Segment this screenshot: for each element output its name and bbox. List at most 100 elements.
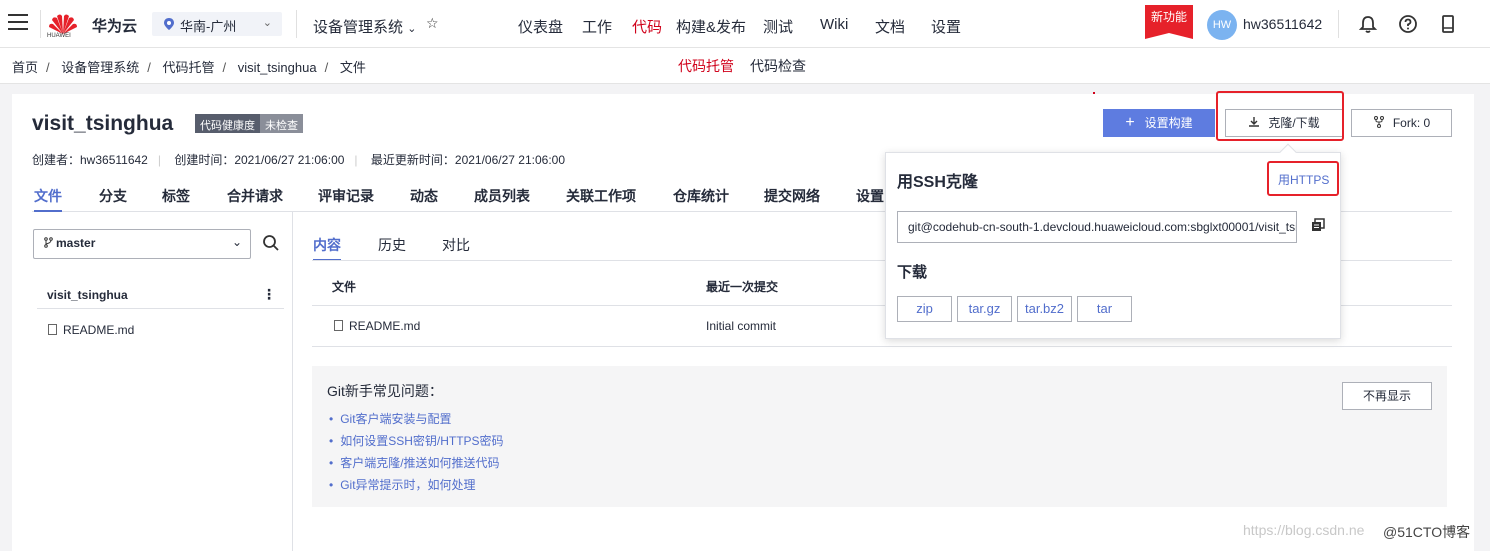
tab-members[interactable]: 成员列表 <box>474 186 530 206</box>
highlight-box <box>1267 161 1339 196</box>
faq-title: Git新手常见问题： <box>327 383 443 399</box>
system-label: 设备管理系统 <box>313 19 404 36</box>
faq-list: Git客户端安装与配置 如何设置SSH密钥/HTTPS密码 客户端克隆/推送如何… <box>329 410 504 498</box>
breadcrumb-project[interactable]: 设备管理系统 <box>61 60 139 75</box>
fork-button[interactable]: Fork: 0 <box>1351 109 1452 137</box>
git-faq-panel: Git新手常见问题： Git客户端安装与配置 如何设置SSH密钥/HTTPS密码… <box>312 366 1447 507</box>
more-icon[interactable]: ⋮ <box>262 286 276 303</box>
nav-item-test[interactable]: 测试 <box>763 16 793 37</box>
branch-label: master <box>56 236 96 250</box>
fork-icon <box>1373 116 1384 128</box>
copy-icon[interactable] <box>1311 218 1325 232</box>
subnav-codecheck[interactable]: 代码检查 <box>750 56 806 76</box>
faq-link[interactable]: 客户端克隆/推送如何推送代码 <box>329 454 504 476</box>
faq-link[interactable]: Git客户端安装与配置 <box>329 410 504 432</box>
tab-work-items[interactable]: 关联工作项 <box>566 186 636 206</box>
health-badge[interactable]: 代码健康度 未检查 <box>195 114 303 133</box>
tab-network[interactable]: 提交网络 <box>764 186 820 206</box>
tree-file[interactable]: README.md <box>48 323 134 337</box>
download-tarbz2-button[interactable]: tar.bz2 <box>1017 296 1072 322</box>
tab-files[interactable]: 文件 <box>34 186 62 212</box>
tab-statistics[interactable]: 仓库统计 <box>673 186 729 206</box>
watermark: https://blog.csdn.ne <box>1243 522 1365 538</box>
created-time: 创建时间：2021/06/27 21:06:00 <box>174 153 345 167</box>
col-file: 文件 <box>332 280 357 294</box>
breadcrumb-bar: 首页 / 设备管理系统 / 代码托管 / visit_tsinghua / 文件 代码托… <box>0 48 1490 84</box>
breadcrumb-home[interactable]: 首页 <box>12 60 38 75</box>
download-title: 下载 <box>897 264 928 281</box>
setup-build-button[interactable]: + 设置构建 <box>1103 109 1215 137</box>
tree-root[interactable]: visit_tsinghua <box>47 288 128 302</box>
divider <box>37 308 284 309</box>
row-file[interactable]: README.md <box>334 319 420 333</box>
tab-settings[interactable]: 设置 <box>856 186 884 206</box>
menu-icon[interactable] <box>8 14 28 32</box>
nav-item-dashboard[interactable]: 仪表盘 <box>518 16 563 37</box>
nav-item-wiki[interactable]: Wiki <box>820 16 848 33</box>
health-status: 未检查 <box>260 114 303 133</box>
bell-icon[interactable] <box>1358 14 1378 34</box>
star-icon[interactable]: ☆ <box>426 15 439 32</box>
file-icon <box>48 324 57 335</box>
breadcrumb-codehub[interactable]: 代码托管 <box>163 60 215 75</box>
tab-history[interactable]: 历史 <box>378 235 406 255</box>
tab-review-records[interactable]: 评审记录 <box>318 186 374 206</box>
nav-item-work[interactable]: 工作 <box>582 16 612 37</box>
fork-label: Fork: 0 <box>1392 116 1431 130</box>
row-commit[interactable]: Initial commit <box>706 319 776 333</box>
dont-show-again-button[interactable]: 不再显示 <box>1342 382 1432 410</box>
tab-activity[interactable]: 动态 <box>410 186 438 206</box>
watermark: @51CTO博客 <box>1383 524 1471 540</box>
tab-compare[interactable]: 对比 <box>442 235 470 255</box>
chevron-down-icon: ⌄ <box>231 235 242 249</box>
tree-file-label: README.md <box>63 323 135 337</box>
branch-icon <box>44 237 53 248</box>
region-selector[interactable]: 华南-广州 ⌄ <box>152 12 282 36</box>
username[interactable]: hw36511642 <box>1243 16 1322 32</box>
highlight-box <box>1216 91 1344 141</box>
location-pin-icon <box>164 18 174 30</box>
download-targz-button[interactable]: tar.gz <box>957 296 1012 322</box>
nav-item-code[interactable]: 代码 <box>632 16 662 37</box>
mobile-icon[interactable] <box>1438 14 1458 34</box>
nav-item-build-release[interactable]: 构建&发布 <box>676 16 746 37</box>
subnav-codehub[interactable]: 代码托管 <box>678 56 734 76</box>
faq-link[interactable]: Git异常提示时，如何处理 <box>329 476 504 498</box>
repo-meta: 创建者：hw36511642 | 创建时间：2021/06/27 21:06:00… <box>32 153 565 167</box>
setup-build-label: 设置构建 <box>1144 116 1193 130</box>
chevron-down-icon: ⌄ <box>262 17 272 29</box>
download-zip-button[interactable]: zip <box>897 296 952 322</box>
download-tar-button[interactable]: tar <box>1077 296 1132 322</box>
file-icon <box>334 320 343 331</box>
tab-content[interactable]: 内容 <box>313 235 341 261</box>
creator: 创建者：hw36511642 <box>32 153 148 167</box>
divider <box>296 10 297 38</box>
breadcrumb-current: 文件 <box>339 60 366 75</box>
tab-merge-requests[interactable]: 合并请求 <box>227 186 283 206</box>
chevron-down-icon: ⌄ <box>407 23 417 35</box>
search-icon[interactable] <box>262 234 280 252</box>
health-label: 代码健康度 <box>195 114 260 133</box>
nav-item-settings[interactable]: 设置 <box>931 16 961 37</box>
tab-branches[interactable]: 分支 <box>99 186 127 206</box>
avatar[interactable]: HW <box>1207 10 1237 40</box>
region-label: 华南-广州 <box>180 19 237 34</box>
system-selector[interactable]: 设备管理系统 ⌄ <box>313 16 416 37</box>
logo-text: HUAWEI <box>47 33 71 39</box>
breadcrumb-repo[interactable]: visit_tsinghua <box>238 60 317 75</box>
col-last-commit: 最近一次提交 <box>706 280 779 294</box>
clone-popup: 用SSH克隆 用HTTPS git@codehub-cn-south-1.dev… <box>885 143 1341 339</box>
breadcrumb: 首页 / 设备管理系统 / 代码托管 / visit_tsinghua / 文件 <box>12 60 366 75</box>
help-icon[interactable] <box>1398 14 1418 34</box>
top-nav: HUAWEI 华为云 华南-广州 ⌄ 设备管理系统 ⌄ ☆ 仪表盘 工作 代码 … <box>0 0 1490 48</box>
popup-title: 用SSH克隆 <box>897 174 978 191</box>
plus-icon: + <box>1125 114 1135 131</box>
tab-tags[interactable]: 标签 <box>162 186 190 206</box>
clone-url-field[interactable]: git@codehub-cn-south-1.devcloud.huaweicl… <box>897 211 1297 243</box>
brand-name[interactable]: 华为云 <box>92 15 137 36</box>
nav-item-docs[interactable]: 文档 <box>875 16 905 37</box>
updated-time: 最近更新时间：2021/06/27 21:06:00 <box>370 153 565 167</box>
new-feature-badge[interactable]: 新功能 <box>1145 5 1193 39</box>
branch-selector[interactable]: master ⌄ <box>33 229 251 259</box>
faq-link[interactable]: 如何设置SSH密钥/HTTPS密码 <box>329 432 503 454</box>
